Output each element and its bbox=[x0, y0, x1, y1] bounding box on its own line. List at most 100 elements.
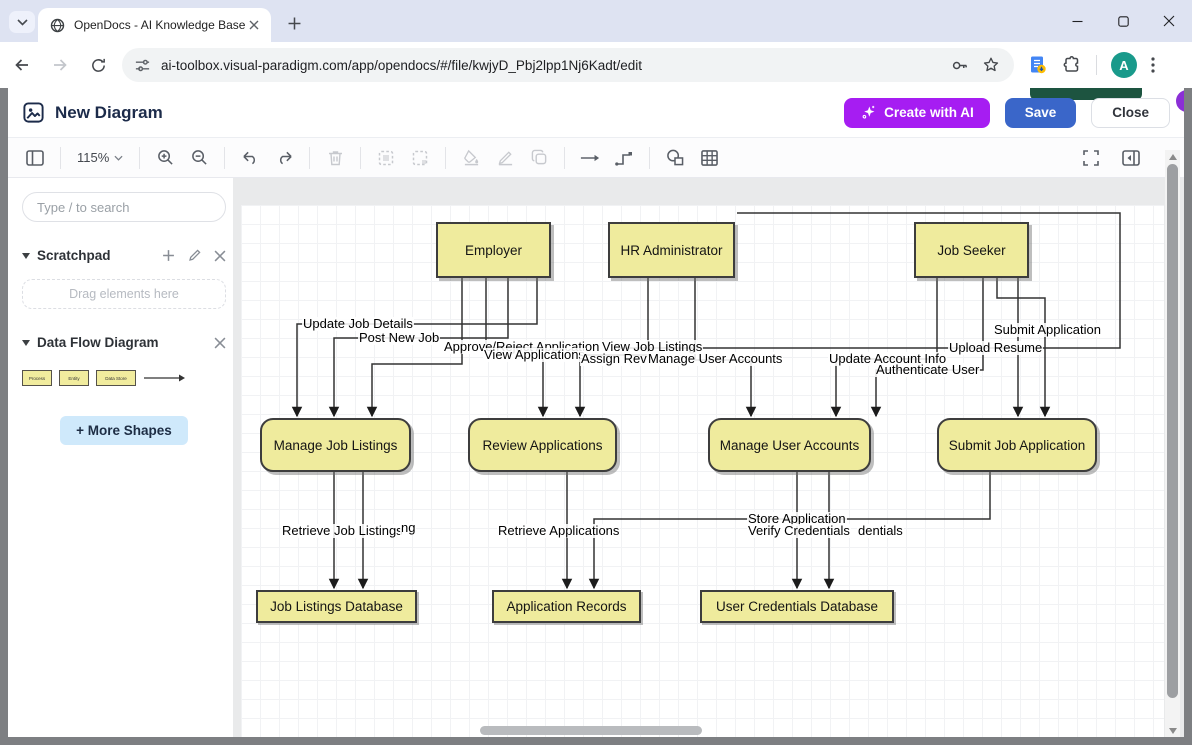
palette-shape-data-store[interactable]: Data Store bbox=[96, 370, 136, 386]
elbow-connector-button[interactable] bbox=[609, 144, 639, 172]
edge-label-dentials[interactable]: dentials bbox=[857, 524, 904, 538]
zoom-in-button[interactable] bbox=[150, 144, 180, 172]
process-submit-job-application[interactable]: Submit Job Application bbox=[937, 418, 1097, 472]
zoom-out-icon bbox=[191, 149, 208, 166]
edge-label-retrieve-applications[interactable]: Retrieve Applications bbox=[497, 524, 620, 538]
url-bar[interactable]: ai-toolbox.visual-paradigm.com/app/opend… bbox=[122, 48, 1014, 82]
edit-pencil-icon[interactable] bbox=[188, 249, 201, 262]
vertical-scrollbar-thumb[interactable] bbox=[1167, 164, 1178, 698]
edge-label-submit-application[interactable]: Submit Application bbox=[993, 323, 1102, 337]
line-color-button[interactable] bbox=[490, 144, 520, 172]
paint-bucket-icon bbox=[463, 149, 480, 166]
arrow-right-icon bbox=[51, 56, 69, 74]
straight-connector-button[interactable] bbox=[575, 144, 605, 172]
table-button[interactable] bbox=[694, 144, 724, 172]
store-user-credentials-database[interactable]: User Credentials Database bbox=[700, 590, 894, 623]
search-input[interactable] bbox=[22, 192, 226, 222]
scratchpad-dropzone[interactable]: Drag elements here bbox=[22, 279, 226, 309]
tab-search-caret-button[interactable] bbox=[9, 11, 35, 33]
scroll-up-button[interactable] bbox=[1165, 150, 1180, 163]
entity-hr-administrator[interactable]: HR Administrator bbox=[608, 222, 735, 278]
browser-tab[interactable]: OpenDocs - AI Knowledge Base bbox=[38, 8, 271, 42]
edge-label-retrieve-job-listings[interactable]: Retrieve Job Listings bbox=[281, 524, 404, 538]
fullscreen-button[interactable] bbox=[1076, 144, 1106, 172]
tab-title: OpenDocs - AI Knowledge Base bbox=[74, 18, 245, 32]
window-close-button[interactable] bbox=[1146, 0, 1192, 42]
edge-label-update-job-details[interactable]: Update Job Details bbox=[302, 317, 414, 331]
save-button[interactable]: Save bbox=[1005, 98, 1077, 128]
tab-close-button[interactable] bbox=[245, 16, 263, 34]
key-icon bbox=[950, 56, 969, 75]
diagram-canvas[interactable]: Update Job DetailsPost New JobApprove/Re… bbox=[233, 178, 1184, 737]
edge-label-authenticate-user[interactable]: Authenticate User bbox=[875, 363, 980, 377]
scratchpad-actions bbox=[162, 249, 226, 262]
browser-menu-button[interactable] bbox=[1151, 57, 1155, 73]
edge-label-upload-resume[interactable]: Upload Resume bbox=[948, 341, 1043, 355]
select-area-button[interactable] bbox=[405, 144, 435, 172]
bookmark-star-button[interactable] bbox=[978, 52, 1004, 78]
palette-shape-process[interactable]: Process bbox=[22, 370, 52, 386]
caret-down-icon bbox=[22, 253, 30, 259]
palette-title: Data Flow Diagram bbox=[37, 335, 159, 350]
select-group-button[interactable] bbox=[371, 144, 401, 172]
window-minimize-button[interactable] bbox=[1054, 0, 1100, 42]
vertical-scrollbar bbox=[1165, 150, 1180, 737]
delete-button[interactable] bbox=[320, 144, 350, 172]
palette-shape-connector[interactable] bbox=[143, 373, 185, 383]
palette-shape-entity[interactable]: Entity bbox=[59, 370, 89, 386]
trash-icon bbox=[328, 150, 343, 166]
palette-section-header[interactable]: Data Flow Diagram bbox=[22, 335, 226, 350]
avatar[interactable]: A bbox=[1111, 52, 1137, 78]
decorative-purple-dot bbox=[1176, 90, 1184, 112]
undo-button[interactable] bbox=[235, 144, 265, 172]
password-key-button[interactable] bbox=[946, 52, 972, 78]
docs-offline-icon[interactable] bbox=[1028, 55, 1048, 75]
add-icon[interactable] bbox=[162, 249, 175, 262]
process-review-applications[interactable]: Review Applications bbox=[468, 418, 617, 472]
edge-label-ng[interactable]: ng bbox=[400, 521, 416, 535]
process-manage-job-listings[interactable]: Manage Job Listings bbox=[260, 418, 411, 472]
store-job-listings-database[interactable]: Job Listings Database bbox=[256, 590, 417, 623]
shapes-button[interactable] bbox=[660, 144, 690, 172]
process-manage-user-accounts[interactable]: Manage User Accounts bbox=[708, 418, 871, 472]
window-maximize-button[interactable] bbox=[1100, 0, 1146, 42]
zoom-level-dropdown[interactable]: 115% bbox=[71, 144, 129, 172]
toolbar-separator bbox=[139, 147, 140, 169]
copy-style-button[interactable] bbox=[524, 144, 554, 172]
toolbar-separator bbox=[309, 147, 310, 169]
close-icon[interactable] bbox=[214, 250, 226, 262]
back-button[interactable] bbox=[6, 49, 38, 81]
extensions-puzzle-button[interactable] bbox=[1062, 55, 1082, 75]
reload-button[interactable] bbox=[82, 49, 114, 81]
close-button[interactable]: Close bbox=[1091, 98, 1170, 128]
create-with-ai-button[interactable]: Create with AI bbox=[844, 98, 990, 128]
redo-button[interactable] bbox=[269, 144, 299, 172]
toolbar-separator bbox=[649, 147, 650, 169]
close-icon bbox=[1163, 15, 1175, 27]
close-icon[interactable] bbox=[214, 337, 226, 349]
edge-label-manage-user-accounts[interactable]: Manage User Accounts bbox=[647, 352, 783, 366]
edge-label-view-applications[interactable]: View Applications bbox=[483, 348, 586, 362]
edge-label-verify-credentials[interactable]: Verify Credentials bbox=[747, 524, 851, 538]
palette-shapes: Process Entity Data Store bbox=[22, 370, 226, 386]
edge-label-post-new-job[interactable]: Post New Job bbox=[358, 331, 440, 345]
close-icon bbox=[249, 20, 259, 30]
collapse-panel-button[interactable] bbox=[1116, 144, 1146, 172]
toolbar-separator bbox=[564, 147, 565, 169]
fullscreen-icon bbox=[1083, 150, 1099, 166]
entity-job-seeker[interactable]: Job Seeker bbox=[914, 222, 1029, 278]
forward-button[interactable] bbox=[44, 49, 76, 81]
entity-employer[interactable]: Employer bbox=[436, 222, 551, 278]
new-tab-button[interactable] bbox=[282, 11, 306, 35]
toggle-sidebar-button[interactable] bbox=[20, 144, 50, 172]
arrow-connector-icon bbox=[580, 153, 600, 163]
edge-label-assign-rev[interactable]: Assign Rev bbox=[580, 352, 648, 366]
more-shapes-button[interactable]: + More Shapes bbox=[60, 416, 188, 445]
zoom-out-button[interactable] bbox=[184, 144, 214, 172]
scratchpad-section-header[interactable]: Scratchpad bbox=[22, 248, 226, 263]
horizontal-scrollbar-thumb[interactable] bbox=[480, 726, 702, 735]
store-application-records[interactable]: Application Records bbox=[492, 590, 641, 623]
page-title: New Diagram bbox=[55, 103, 163, 123]
scroll-down-button[interactable] bbox=[1165, 724, 1180, 737]
fill-color-button[interactable] bbox=[456, 144, 486, 172]
